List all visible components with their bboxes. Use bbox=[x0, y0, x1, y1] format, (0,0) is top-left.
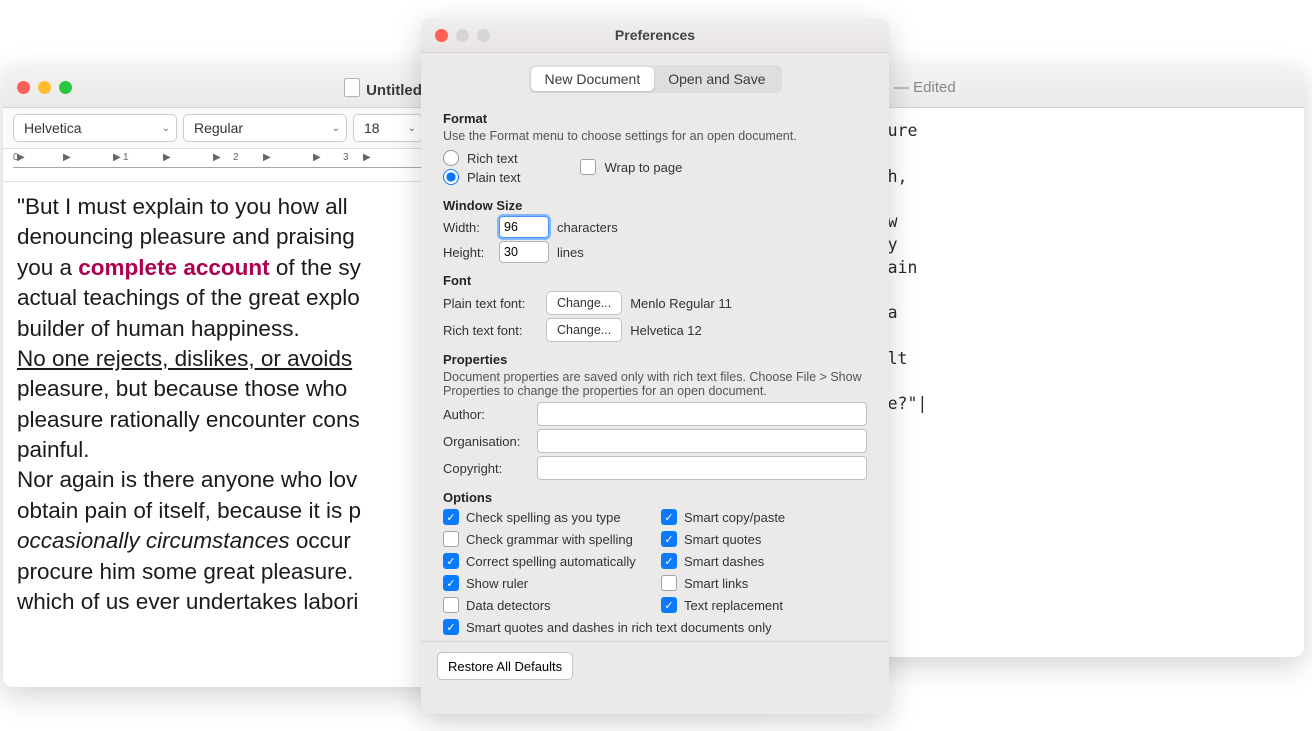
copyright-input[interactable] bbox=[537, 456, 867, 480]
section-properties: Properties bbox=[443, 352, 867, 367]
section-font: Font bbox=[443, 273, 867, 288]
rich-font-value: Helvetica 12 bbox=[630, 323, 702, 338]
footer: Restore All Defaults bbox=[421, 641, 889, 690]
section-options: Options bbox=[443, 490, 867, 505]
font-style-select[interactable]: Regular⌄ bbox=[183, 114, 347, 142]
window-title: Preferences bbox=[421, 27, 889, 43]
chevron-down-icon: ⌄ bbox=[162, 123, 170, 134]
height-input[interactable] bbox=[499, 241, 549, 263]
tab-new-document[interactable]: New Document bbox=[531, 67, 655, 91]
change-rich-font-button[interactable]: Change... bbox=[546, 318, 622, 342]
checkbox-smart-copy[interactable]: ✓ bbox=[661, 509, 677, 525]
checkbox-smart-quotes[interactable]: ✓ bbox=[661, 531, 677, 547]
tabstop-icon[interactable]: ▶ bbox=[113, 152, 121, 163]
unit-characters: characters bbox=[557, 220, 618, 235]
organisation-input[interactable] bbox=[537, 429, 867, 453]
section-window-size: Window Size bbox=[443, 198, 867, 213]
label-height: Height: bbox=[443, 245, 491, 260]
label-copyright: Copyright: bbox=[443, 461, 529, 476]
plain-font-value: Menlo Regular 11 bbox=[630, 296, 732, 311]
help-text: Document properties are saved only with … bbox=[443, 370, 867, 398]
font-family-select[interactable]: Helvetica⌄ bbox=[13, 114, 177, 142]
document-icon bbox=[344, 78, 360, 97]
width-input[interactable] bbox=[499, 216, 549, 238]
label-author: Author: bbox=[443, 407, 529, 422]
tab-open-and-save[interactable]: Open and Save bbox=[654, 67, 779, 91]
highlighted-text: complete account bbox=[78, 255, 269, 280]
radio-plain-text[interactable] bbox=[443, 169, 459, 185]
tab-bar: New Document Open and Save bbox=[529, 65, 782, 93]
tabstop-icon[interactable]: ▶ bbox=[263, 152, 271, 163]
checkbox-check-grammar[interactable] bbox=[443, 531, 459, 547]
unit-lines: lines bbox=[557, 245, 584, 260]
preferences-window: Preferences New Document Open and Save F… bbox=[421, 18, 889, 714]
checkbox-wrap-to-page[interactable] bbox=[580, 159, 596, 175]
label-plain-font: Plain text font: bbox=[443, 296, 538, 311]
radio-rich-text[interactable] bbox=[443, 150, 459, 166]
checkbox-data-detectors[interactable] bbox=[443, 597, 459, 613]
tabstop-icon[interactable]: ▶ bbox=[363, 152, 371, 163]
checkbox-text-replacement[interactable]: ✓ bbox=[661, 597, 677, 613]
checkbox-smart-links[interactable] bbox=[661, 575, 677, 591]
restore-defaults-button[interactable]: Restore All Defaults bbox=[437, 652, 573, 680]
change-plain-font-button[interactable]: Change... bbox=[546, 291, 622, 315]
label-rich-font: Rich text font: bbox=[443, 323, 538, 338]
chevron-down-icon: ⌄ bbox=[408, 123, 416, 134]
tabstop-icon[interactable]: ▶ bbox=[313, 152, 321, 163]
tabstop-icon[interactable]: ▶ bbox=[163, 152, 171, 163]
titlebar[interactable]: Preferences bbox=[421, 18, 889, 53]
label-width: Width: bbox=[443, 220, 491, 235]
checkbox-smart-dashes[interactable]: ✓ bbox=[661, 553, 677, 569]
chevron-down-icon: ⌄ bbox=[332, 123, 340, 134]
tabstop-icon[interactable]: ▶ bbox=[63, 152, 71, 163]
section-format: Format bbox=[443, 111, 867, 126]
font-size-select[interactable]: 18⌄ bbox=[353, 114, 423, 142]
checkbox-check-spelling[interactable]: ✓ bbox=[443, 509, 459, 525]
checkbox-smart-rich-only[interactable]: ✓ bbox=[443, 619, 459, 635]
checkbox-show-ruler[interactable]: ✓ bbox=[443, 575, 459, 591]
help-text: Use the Format menu to choose settings f… bbox=[443, 129, 867, 143]
label-organisation: Organisation: bbox=[443, 434, 529, 449]
author-input[interactable] bbox=[537, 402, 867, 426]
checkbox-correct-spelling[interactable]: ✓ bbox=[443, 553, 459, 569]
tabstop-icon[interactable]: ▶ bbox=[213, 152, 221, 163]
